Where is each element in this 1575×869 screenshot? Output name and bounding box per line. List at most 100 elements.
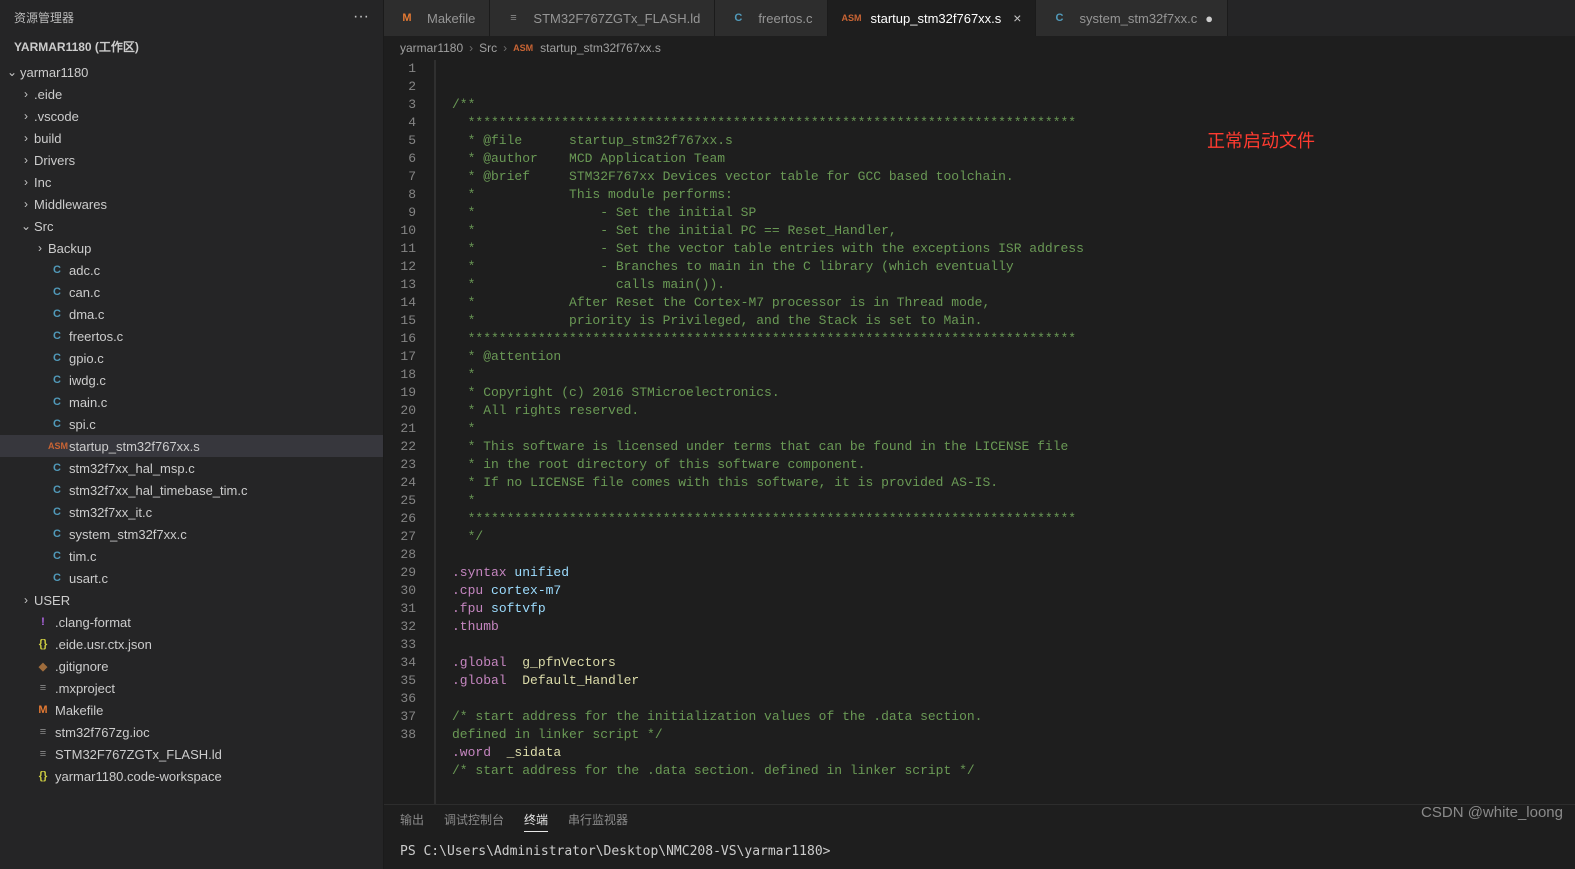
breadcrumb[interactable]: yarmar1180 › Src › ASM startup_stm32f767… [384,36,1575,60]
code-line[interactable]: * - Branches to main in the C library (w… [436,258,1575,276]
code-line[interactable]: ****************************************… [436,330,1575,348]
code-line[interactable]: .syntax unified [436,564,1575,582]
code-line[interactable]: /* start address for the .data section. … [436,762,1575,780]
tree-file[interactable]: ◆.gitignore [0,655,383,677]
chevron-right-icon[interactable] [18,197,34,211]
breadcrumb-part[interactable]: yarmar1180 [400,41,463,55]
tree-file[interactable]: ≡stm32f767zg.ioc [0,721,383,743]
tree-file[interactable]: !.clang-format [0,611,383,633]
tree-file[interactable]: Ctim.c [0,545,383,567]
tree-file[interactable]: {}yarmar1180.code-workspace [0,765,383,787]
tree-file[interactable]: Cgpio.c [0,347,383,369]
code-line[interactable]: */ [436,528,1575,546]
workspace-title[interactable]: YARMAR1180 (工作区) [0,34,383,59]
tree-file[interactable]: Cfreertos.c [0,325,383,347]
code-line[interactable]: .global Default_Handler [436,672,1575,690]
tree-file[interactable]: ≡.mxproject [0,677,383,699]
chevron-down-icon[interactable] [18,219,34,233]
tree-folder[interactable]: Drivers [0,149,383,171]
tree-folder-backup[interactable]: Backup [0,237,383,259]
code-line[interactable] [436,546,1575,564]
tree-file[interactable]: ≡STM32F767ZGTx_FLASH.ld [0,743,383,765]
chevron-down-icon[interactable] [4,65,20,79]
chevron-right-icon[interactable] [18,153,34,167]
tree-folder[interactable]: build [0,127,383,149]
code-line[interactable]: * [436,492,1575,510]
code-line[interactable]: /** [436,96,1575,114]
code-line[interactable]: * If no LICENSE file comes with this sof… [436,474,1575,492]
editor-tab[interactable]: Csystem_stm32f7xx.c● [1036,0,1228,36]
close-icon[interactable]: × [1013,10,1021,26]
tree-file[interactable]: Ciwdg.c [0,369,383,391]
chevron-right-icon[interactable] [18,131,34,145]
code-line[interactable]: * Copyright (c) 2016 STMicroelectronics. [436,384,1575,402]
tree-folder-user[interactable]: USER [0,589,383,611]
code-line[interactable]: * - Set the initial PC == Reset_Handler, [436,222,1575,240]
panel-tab[interactable]: 终端 [524,811,548,832]
chevron-right-icon[interactable] [18,175,34,189]
panel-tab[interactable]: 调试控制台 [444,811,504,832]
editor-tab[interactable]: ≡STM32F767ZGTx_FLASH.ld [490,0,715,36]
tree-file[interactable]: Cspi.c [0,413,383,435]
code-editor[interactable]: 1234567891011121314151617181920212223242… [384,60,1575,804]
more-actions-icon[interactable]: ··· [353,8,369,26]
tree-file[interactable]: Cstm32f7xx_hal_msp.c [0,457,383,479]
code-line[interactable]: * @file startup_stm32f767xx.s [436,132,1575,150]
tree-folder[interactable]: .vscode [0,105,383,127]
code-line[interactable]: * This module performs: [436,186,1575,204]
tree-file[interactable]: ASMstartup_stm32f767xx.s [0,435,383,457]
tree-folder[interactable]: .eide [0,83,383,105]
tree-root[interactable]: yarmar1180 [0,61,383,83]
code-line[interactable]: * priority is Privileged, and the Stack … [436,312,1575,330]
code-line[interactable] [436,690,1575,708]
chevron-right-icon[interactable] [18,109,34,123]
code-line[interactable]: .cpu cortex-m7 [436,582,1575,600]
terminal-content[interactable]: PS C:\Users\Administrator\Desktop\NMC208… [384,838,1575,869]
code-line[interactable]: ****************************************… [436,510,1575,528]
tree-file[interactable]: Csystem_stm32f7xx.c [0,523,383,545]
editor-tab[interactable]: MMakefile [384,0,490,36]
code-line[interactable]: * [436,366,1575,384]
tree-file[interactable]: {}.eide.usr.ctx.json [0,633,383,655]
code-line[interactable]: * - Set the vector table entries with th… [436,240,1575,258]
panel-tab[interactable]: 串行监视器 [568,811,628,832]
tree-file[interactable]: Cusart.c [0,567,383,589]
code-line[interactable] [436,636,1575,654]
code-line[interactable]: * @brief STM32F767xx Devices vector tabl… [436,168,1575,186]
breadcrumb-part[interactable]: Src [479,41,497,55]
tree-file[interactable]: Cstm32f7xx_hal_timebase_tim.c [0,479,383,501]
code-line[interactable]: * [436,420,1575,438]
code-line[interactable]: .word _sidata [436,744,1575,762]
code-line[interactable]: * calls main()). [436,276,1575,294]
tree-folder[interactable]: Inc [0,171,383,193]
code-line[interactable]: * - Set the initial SP [436,204,1575,222]
tree-file[interactable]: Cadc.c [0,259,383,281]
code-line[interactable]: .global g_pfnVectors [436,654,1575,672]
code-line[interactable]: * This software is licensed under terms … [436,438,1575,456]
tree-file[interactable]: Cdma.c [0,303,383,325]
tree-file[interactable]: Ccan.c [0,281,383,303]
code-line[interactable]: * All rights reserved. [436,402,1575,420]
editor-tab[interactable]: Cfreertos.c [715,0,827,36]
code-line[interactable]: ****************************************… [436,114,1575,132]
panel-tab[interactable]: 输出 [400,811,424,832]
breadcrumb-file[interactable]: startup_stm32f767xx.s [540,41,661,55]
editor-tab[interactable]: ASMstartup_stm32f767xx.s× [828,0,1037,36]
code-line[interactable]: /* start address for the initialization … [436,708,1575,726]
tree-file[interactable]: Cstm32f7xx_it.c [0,501,383,523]
code-line[interactable]: * @author MCD Application Team [436,150,1575,168]
chevron-right-icon[interactable] [18,87,34,101]
tree-file[interactable]: MMakefile [0,699,383,721]
code-content[interactable]: /** ************************************… [436,60,1575,804]
code-line[interactable]: * in the root directory of this software… [436,456,1575,474]
code-line[interactable]: * @attention [436,348,1575,366]
code-line[interactable]: .fpu softvfp [436,600,1575,618]
tree-file[interactable]: Cmain.c [0,391,383,413]
chevron-right-icon[interactable] [18,593,34,607]
code-line[interactable]: .thumb [436,618,1575,636]
tree-folder[interactable]: Middlewares [0,193,383,215]
chevron-right-icon[interactable] [32,241,48,255]
code-line[interactable]: defined in linker script */ [436,726,1575,744]
code-line[interactable]: * After Reset the Cortex-M7 processor is… [436,294,1575,312]
tree-folder-src[interactable]: Src [0,215,383,237]
